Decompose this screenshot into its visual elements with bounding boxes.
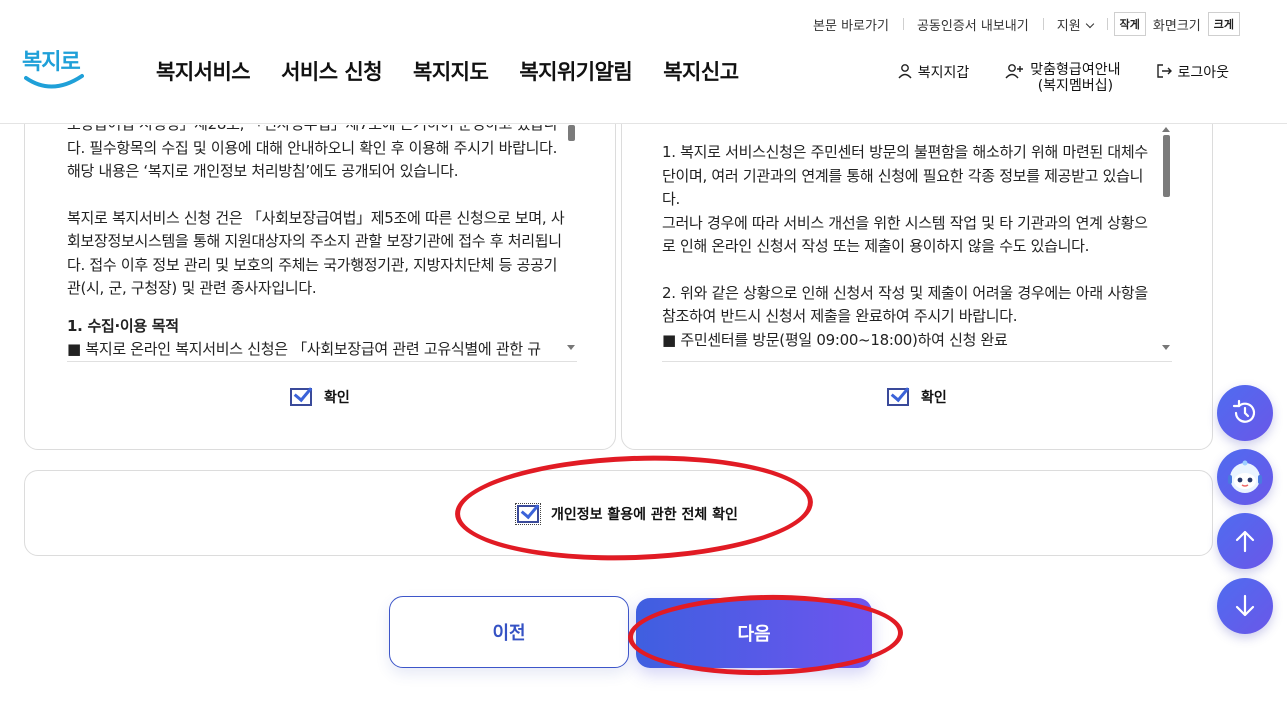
export-certificate-link[interactable]: 공동인증서 내보내기 — [902, 15, 1043, 34]
site-header: 본문 바로가기 공동인증서 내보내기 지원 작게 화면크기 크게 복지로 복지서… — [0, 0, 1287, 124]
privacy-confirm-checkbox[interactable]: 확인 — [290, 387, 350, 407]
font-small-button[interactable]: 작게 — [1113, 12, 1146, 36]
scroll-top-button[interactable] — [1217, 513, 1273, 569]
scrollbar-thumb[interactable] — [568, 125, 575, 141]
logout-icon — [1157, 64, 1173, 78]
support-label: 지원 — [1056, 18, 1081, 34]
next-button[interactable]: 다음 — [636, 598, 872, 668]
site-logo[interactable]: 복지로 — [22, 44, 86, 96]
scroll-up-icon[interactable] — [1162, 127, 1170, 132]
font-large-button[interactable]: 크게 — [1207, 12, 1240, 36]
scrollbar[interactable] — [567, 125, 577, 361]
nav-welfare-service[interactable]: 복지서비스 — [156, 56, 251, 86]
checkbox-checked-icon — [515, 503, 541, 525]
service-notice-panel: 1. 복지로 서비스신청은 주민센터 방문의 불편함을 해소하기 위해 마련된 … — [621, 90, 1213, 450]
chatbot-robot-icon — [1228, 460, 1262, 493]
nav-welfare-crisis-alert[interactable]: 복지위기알림 — [519, 56, 632, 86]
logo-smile-icon — [24, 74, 84, 89]
welfare-wallet-label: 복지지갑 — [917, 65, 970, 81]
custom-benefit-label: 맞춤형급여안내 (복지멤버십) — [1030, 62, 1120, 94]
history-icon — [1232, 399, 1256, 423]
chatbot-button[interactable] — [1217, 449, 1273, 505]
checkbox-checked-icon — [290, 388, 312, 406]
privacy-terms-scrollbox[interactable]: 보장급여법 시행령」제28조, 「전자정부법」제7조에 근거하여 운영하고 있습… — [67, 125, 577, 362]
user-icon — [898, 64, 912, 79]
notice-paragraph: 1. 복지로 서비스신청은 주민센터 방문의 불편함을 해소하기 위해 마련된 … — [662, 143, 1148, 208]
nav-welfare-report[interactable]: 복지신고 — [663, 56, 739, 86]
terms-paragraph: 보장급여법 시행령」제28조, 「전자정부법」제7조에 근거하여 운영하고 있습… — [67, 125, 558, 180]
screen-size-label: 화면크기 — [1152, 18, 1201, 34]
welfare-wallet-link[interactable]: 복지지갑 — [897, 62, 970, 82]
notice-paragraph: 2. 위와 같은 상황으로 인해 신청서 작성 및 제출이 어려울 경우에는 아… — [662, 283, 1148, 326]
custom-benefit-link[interactable]: 맞춤형급여안내 (복지멤버십) — [1005, 62, 1120, 94]
confirm-label: 확인 — [921, 390, 947, 406]
main-navigation: 복지서비스 서비스 신청 복지지도 복지위기알림 복지신고 — [156, 56, 739, 86]
prev-button[interactable]: 이전 — [389, 596, 629, 668]
all-confirm-checkbox[interactable]: 개인정보 활용에 관한 전체 확인 — [515, 503, 738, 525]
custom-benefit-line2: (복지멤버십) — [1037, 78, 1114, 94]
arrow-down-icon — [1235, 594, 1255, 617]
notice-paragraph: 그러나 경우에 따라 서비스 개선을 위한 시스템 작업 및 타 기관과의 연계… — [662, 213, 1148, 256]
custom-benefit-line1: 맞춤형급여안내 — [1030, 62, 1121, 78]
logout-link[interactable]: 로그아웃 — [1156, 62, 1229, 82]
scroll-down-icon[interactable] — [567, 345, 575, 350]
privacy-consent-panel: 보장급여법 시행령」제28조, 「전자정부법」제7조에 근거하여 운영하고 있습… — [24, 90, 616, 450]
terms-paragraph: 복지로 복지서비스 신청 건은 「사회보장급여법」제5조에 따른 신청으로 보며… — [67, 208, 565, 298]
user-menu: 복지지갑 맞춤형급여안내 (복지멤버십) 로그아웃 — [897, 62, 1229, 94]
service-notice-scrollbox[interactable]: 1. 복지로 서비스신청은 주민센터 방문의 불편함을 해소하기 위해 마련된 … — [662, 125, 1172, 362]
scrollbar[interactable] — [1162, 125, 1172, 361]
terms-paragraph: ■ 복지로 온라인 복지서비스 신청은 「사회보장급여 관련 고유식별에 관한 … — [67, 340, 541, 358]
utility-bar: 본문 바로가기 공동인증서 내보내기 지원 작게 화면크기 크게 — [799, 12, 1240, 36]
arrow-up-icon — [1235, 530, 1255, 553]
scroll-down-icon[interactable] — [1162, 345, 1170, 350]
service-notice-text: 1. 복지로 서비스신청은 주민센터 방문의 불편함을 해소하기 위해 마련된 … — [662, 141, 1172, 352]
section-title: 1. 수집·이용 목적 — [67, 316, 179, 335]
checkbox-checked-icon — [887, 388, 909, 406]
recent-history-button[interactable] — [1217, 385, 1273, 441]
chevron-down-icon — [1085, 19, 1094, 28]
confirm-label: 확인 — [324, 390, 350, 406]
divider — [1106, 18, 1108, 30]
notice-paragraph: ■ 주민센터를 방문(평일 09:00~18:00)하여 신청 완료 — [662, 330, 1008, 349]
nav-service-apply[interactable]: 서비스 신청 — [281, 56, 382, 86]
logout-label: 로그아웃 — [1177, 65, 1229, 81]
user-add-icon — [1005, 64, 1024, 79]
all-confirm-box: 개인정보 활용에 관한 전체 확인 — [24, 470, 1213, 556]
scrollbar-thumb[interactable] — [1163, 135, 1170, 197]
notice-confirm-checkbox[interactable]: 확인 — [887, 387, 947, 407]
skip-to-content-link[interactable]: 본문 바로가기 — [799, 15, 903, 34]
support-dropdown[interactable]: 지원 — [1042, 15, 1107, 34]
nav-welfare-map[interactable]: 복지지도 — [413, 56, 489, 86]
all-confirm-label: 개인정보 활용에 관한 전체 확인 — [551, 507, 738, 523]
privacy-terms-text: 보장급여법 시행령」제28조, 「전자정부법」제7조에 근거하여 운영하고 있습… — [67, 125, 577, 361]
scroll-bottom-button[interactable] — [1217, 578, 1273, 634]
